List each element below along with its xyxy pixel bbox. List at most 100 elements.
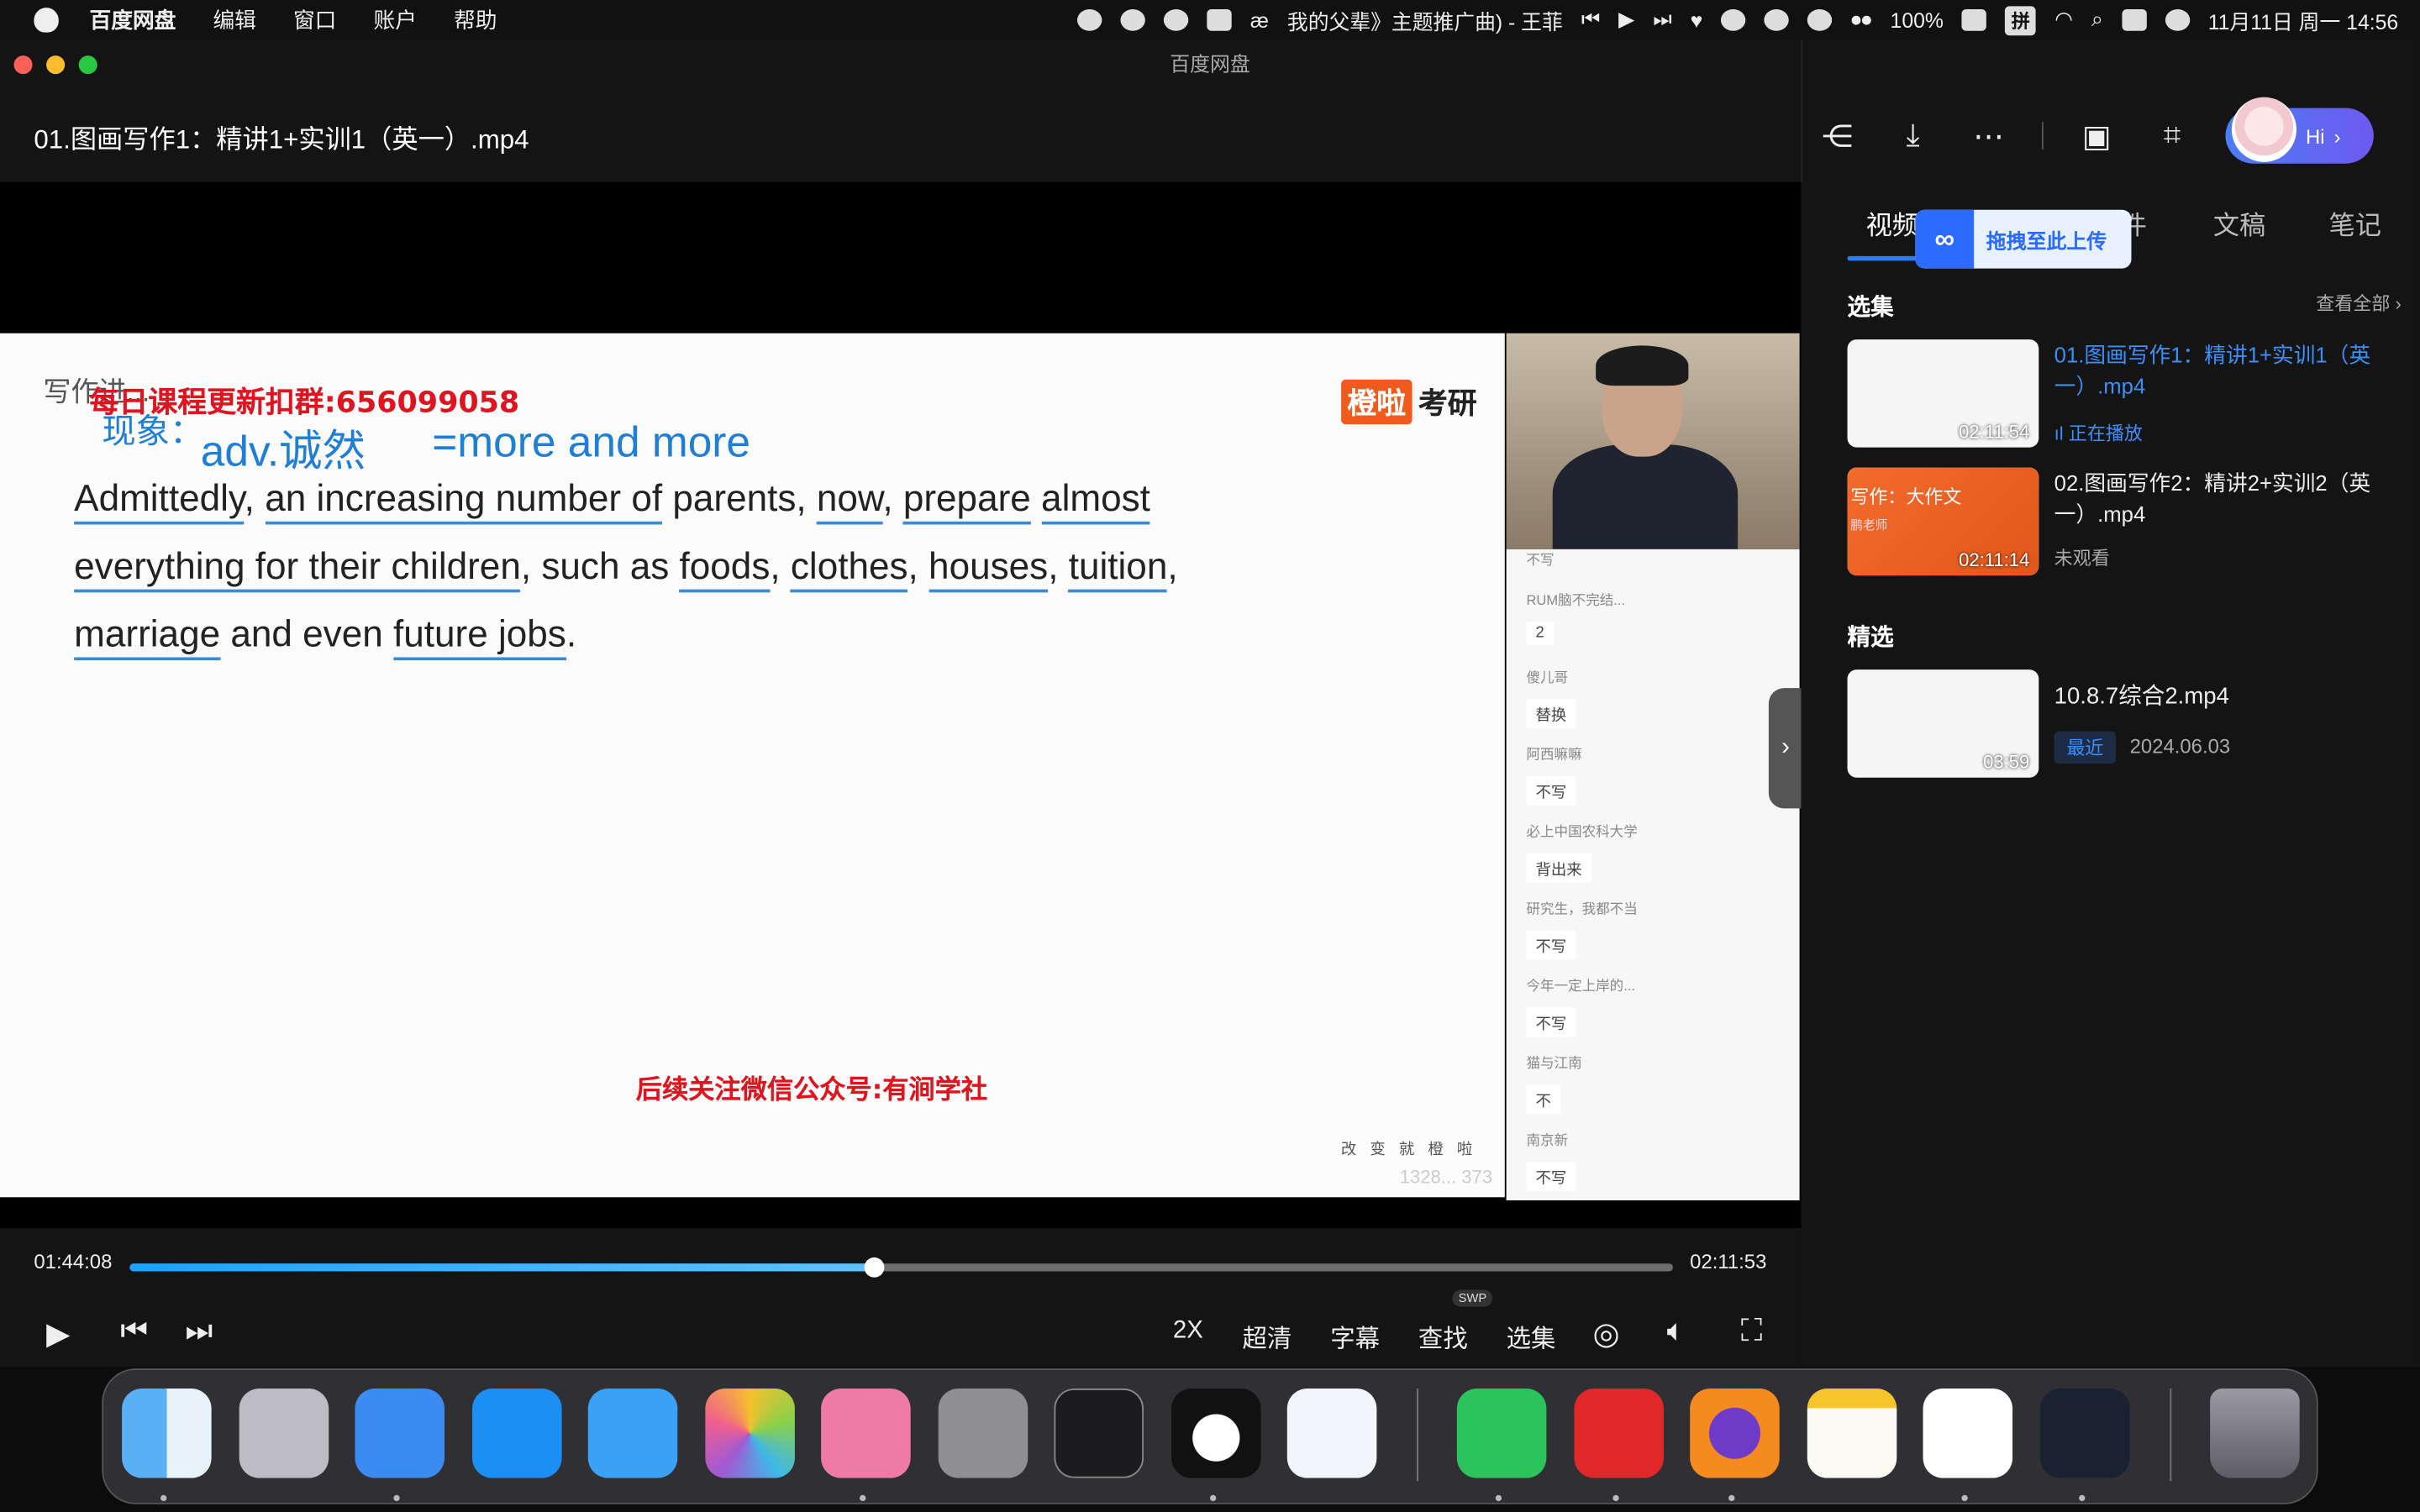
drag-upload-tip[interactable]: ∞ 拖拽至此上传 <box>1915 209 2132 269</box>
chat-message: 背出来 <box>1526 853 1591 883</box>
ae-icon[interactable]: æ <box>1250 8 1269 32</box>
chat-user: 必上中国农科大学 <box>1526 823 1638 840</box>
netease-music-icon[interactable] <box>1574 1389 1664 1478</box>
picture-in-picture-icon[interactable]: ▣ <box>2075 113 2119 158</box>
previous-icon[interactable]: ⏮ <box>120 1315 148 1350</box>
prev-track-icon[interactable]: ⏮ <box>1581 8 1600 32</box>
episode-status: ıl 正在播放 <box>2054 423 2143 444</box>
episode-thumbnail: 写作：大作文 鹏老师 02:11:14 <box>1847 467 2039 576</box>
quality-button[interactable]: 超清 <box>1243 1318 1292 1355</box>
launchpad-icon[interactable] <box>239 1389 329 1478</box>
app-store-icon[interactable] <box>472 1389 562 1478</box>
more-icon[interactable]: ⋯ <box>1966 113 2011 158</box>
play-circle-icon[interactable] <box>1807 9 1833 31</box>
stocks-icon[interactable] <box>2040 1389 2130 1478</box>
trash-icon[interactable] <box>2210 1389 2300 1478</box>
handwriting-note: =more and more <box>432 417 751 466</box>
danmaku-icon[interactable]: ◎ <box>1592 1315 1619 1353</box>
share-icon[interactable]: ⋲ <box>1815 113 1860 158</box>
video-player[interactable]: 写作进... 现象： 每日课程更新扣群:656099058 橙啦 考研 adv.… <box>0 181 1803 1229</box>
running-indicator <box>2079 1494 2086 1502</box>
menu-account[interactable]: 账户 <box>373 5 416 36</box>
baidu-tray-icon[interactable] <box>1077 9 1102 31</box>
volume-icon[interactable]: 🔈︎ <box>1667 1315 1686 1350</box>
wechat-icon[interactable] <box>1456 1389 1547 1478</box>
terminal-icon[interactable] <box>1054 1389 1144 1478</box>
chat-message: 不写 <box>1526 1162 1576 1191</box>
next-track-icon[interactable]: ⏭ <box>1653 8 1671 32</box>
finder-icon[interactable] <box>122 1389 212 1478</box>
camera-hair <box>1596 345 1689 386</box>
running-indicator <box>1612 1494 1619 1502</box>
notes-icon[interactable] <box>1807 1389 1897 1478</box>
netease-tray-icon[interactable] <box>1721 9 1746 31</box>
progress-bar[interactable] <box>129 1257 1673 1278</box>
heart-icon[interactable]: ♥ <box>1691 8 1703 32</box>
battery-icon[interactable] <box>1962 9 1987 31</box>
search-icon[interactable]: ⌕ <box>2091 8 2103 32</box>
baidu-netdisk-icon[interactable] <box>1923 1389 2013 1478</box>
bilibili-icon[interactable] <box>821 1389 911 1478</box>
episode-duration: 02:11:54 <box>1959 421 2030 444</box>
featured-item[interactable]: 03:59 10.8.7综合2.mp4 最近 2024.06.03 <box>1847 669 2403 778</box>
vscode-icon[interactable] <box>1286 1389 1377 1478</box>
collapse-panel-button[interactable]: › <box>1768 688 1803 809</box>
sentence-text: , <box>1167 546 1178 588</box>
see-all-link[interactable]: 查看全部 › <box>2316 290 2402 316</box>
brand-logo: 橙啦 考研 <box>1341 379 1477 425</box>
tab-video[interactable]: 视频 <box>1866 203 1918 242</box>
safari-icon[interactable] <box>355 1389 445 1478</box>
episode-item[interactable]: 写作：大作文 鹏老师 02:11:14 02.图画写作2：精讲2+实训2（英一）… <box>1847 467 2403 576</box>
running-indicator <box>1728 1494 1735 1502</box>
episodes-button[interactable]: 选集 <box>1507 1318 1556 1355</box>
episode-status-label: 正在播放 <box>2068 423 2143 444</box>
crop-icon[interactable]: ⌗ <box>2150 113 2195 158</box>
zoom-button[interactable] <box>78 55 97 75</box>
menu-app[interactable]: 百度网盘 <box>90 5 176 36</box>
search-button[interactable]: 查找 <box>1418 1318 1468 1355</box>
system-settings-icon[interactable] <box>938 1389 1028 1478</box>
episode-item[interactable]: 02:11:54 01.图画写作1：精讲1+实训1（英一）.mp4 ıl 正在播… <box>1847 339 2403 448</box>
datetime[interactable]: 11月11日 周一 14:56 <box>2208 5 2399 36</box>
next-icon[interactable]: ⏭ <box>185 1315 213 1350</box>
menu-edit[interactable]: 编辑 <box>213 5 255 36</box>
siri-icon[interactable] <box>2165 9 2190 31</box>
play-icon[interactable]: ▶ <box>46 1315 70 1353</box>
music-tray-icon[interactable] <box>1207 9 1232 31</box>
bell-icon[interactable] <box>1120 9 1145 31</box>
play-track-icon[interactable]: ▶ <box>1618 8 1634 32</box>
sentence-text: , <box>882 478 903 520</box>
qq-icon[interactable] <box>1171 1389 1261 1478</box>
photos-icon[interactable] <box>705 1389 795 1478</box>
globe-icon[interactable] <box>1163 9 1189 31</box>
minimize-button[interactable] <box>46 55 66 75</box>
tab-notes[interactable]: 笔记 <box>2329 203 2381 242</box>
control-center-icon[interactable] <box>2121 9 2147 31</box>
window-title: 百度网盘 <box>1170 52 1250 76</box>
underlined-phrase: almost <box>1041 478 1150 525</box>
underlined-phrase: now <box>817 478 883 525</box>
chat-user: 猫与江南 <box>1526 1055 1582 1071</box>
mail-icon[interactable] <box>587 1389 678 1478</box>
menu-window[interactable]: 窗口 <box>293 5 336 36</box>
speed-button[interactable]: 2X <box>1173 1318 1203 1346</box>
slide-sentence: Admittedly, an increasing number of pare… <box>74 466 1308 669</box>
close-button[interactable] <box>13 55 33 75</box>
airpods-icon[interactable]: ⦁⦁ <box>1851 8 1872 32</box>
firefox-icon[interactable] <box>1690 1389 1780 1478</box>
subtitle-button[interactable]: 字幕 <box>1330 1318 1380 1355</box>
now-playing[interactable]: 我的父辈》主题推广曲) - 王菲 <box>1287 5 1563 36</box>
featured-duration: 03:59 <box>1983 751 2030 774</box>
progress-handle[interactable] <box>864 1257 885 1278</box>
apple-icon[interactable] <box>34 8 59 33</box>
wifi-icon[interactable]: ◠ <box>2054 8 2073 32</box>
menu-help[interactable]: 帮助 <box>454 5 497 36</box>
chat-message: 不写 <box>1526 930 1576 960</box>
wechat-tray-icon[interactable] <box>1764 9 1790 31</box>
fullscreen-icon[interactable]: ⛶ <box>1741 1315 1763 1350</box>
assistant-button[interactable]: Hi › <box>2225 97 2374 164</box>
brand-text: 考研 <box>1418 388 1477 422</box>
download-icon[interactable]: ⤓ <box>1891 113 1935 158</box>
ime-indicator[interactable]: 拼 <box>2005 5 2037 35</box>
tab-transcript[interactable]: 文稿 <box>2213 203 2265 242</box>
